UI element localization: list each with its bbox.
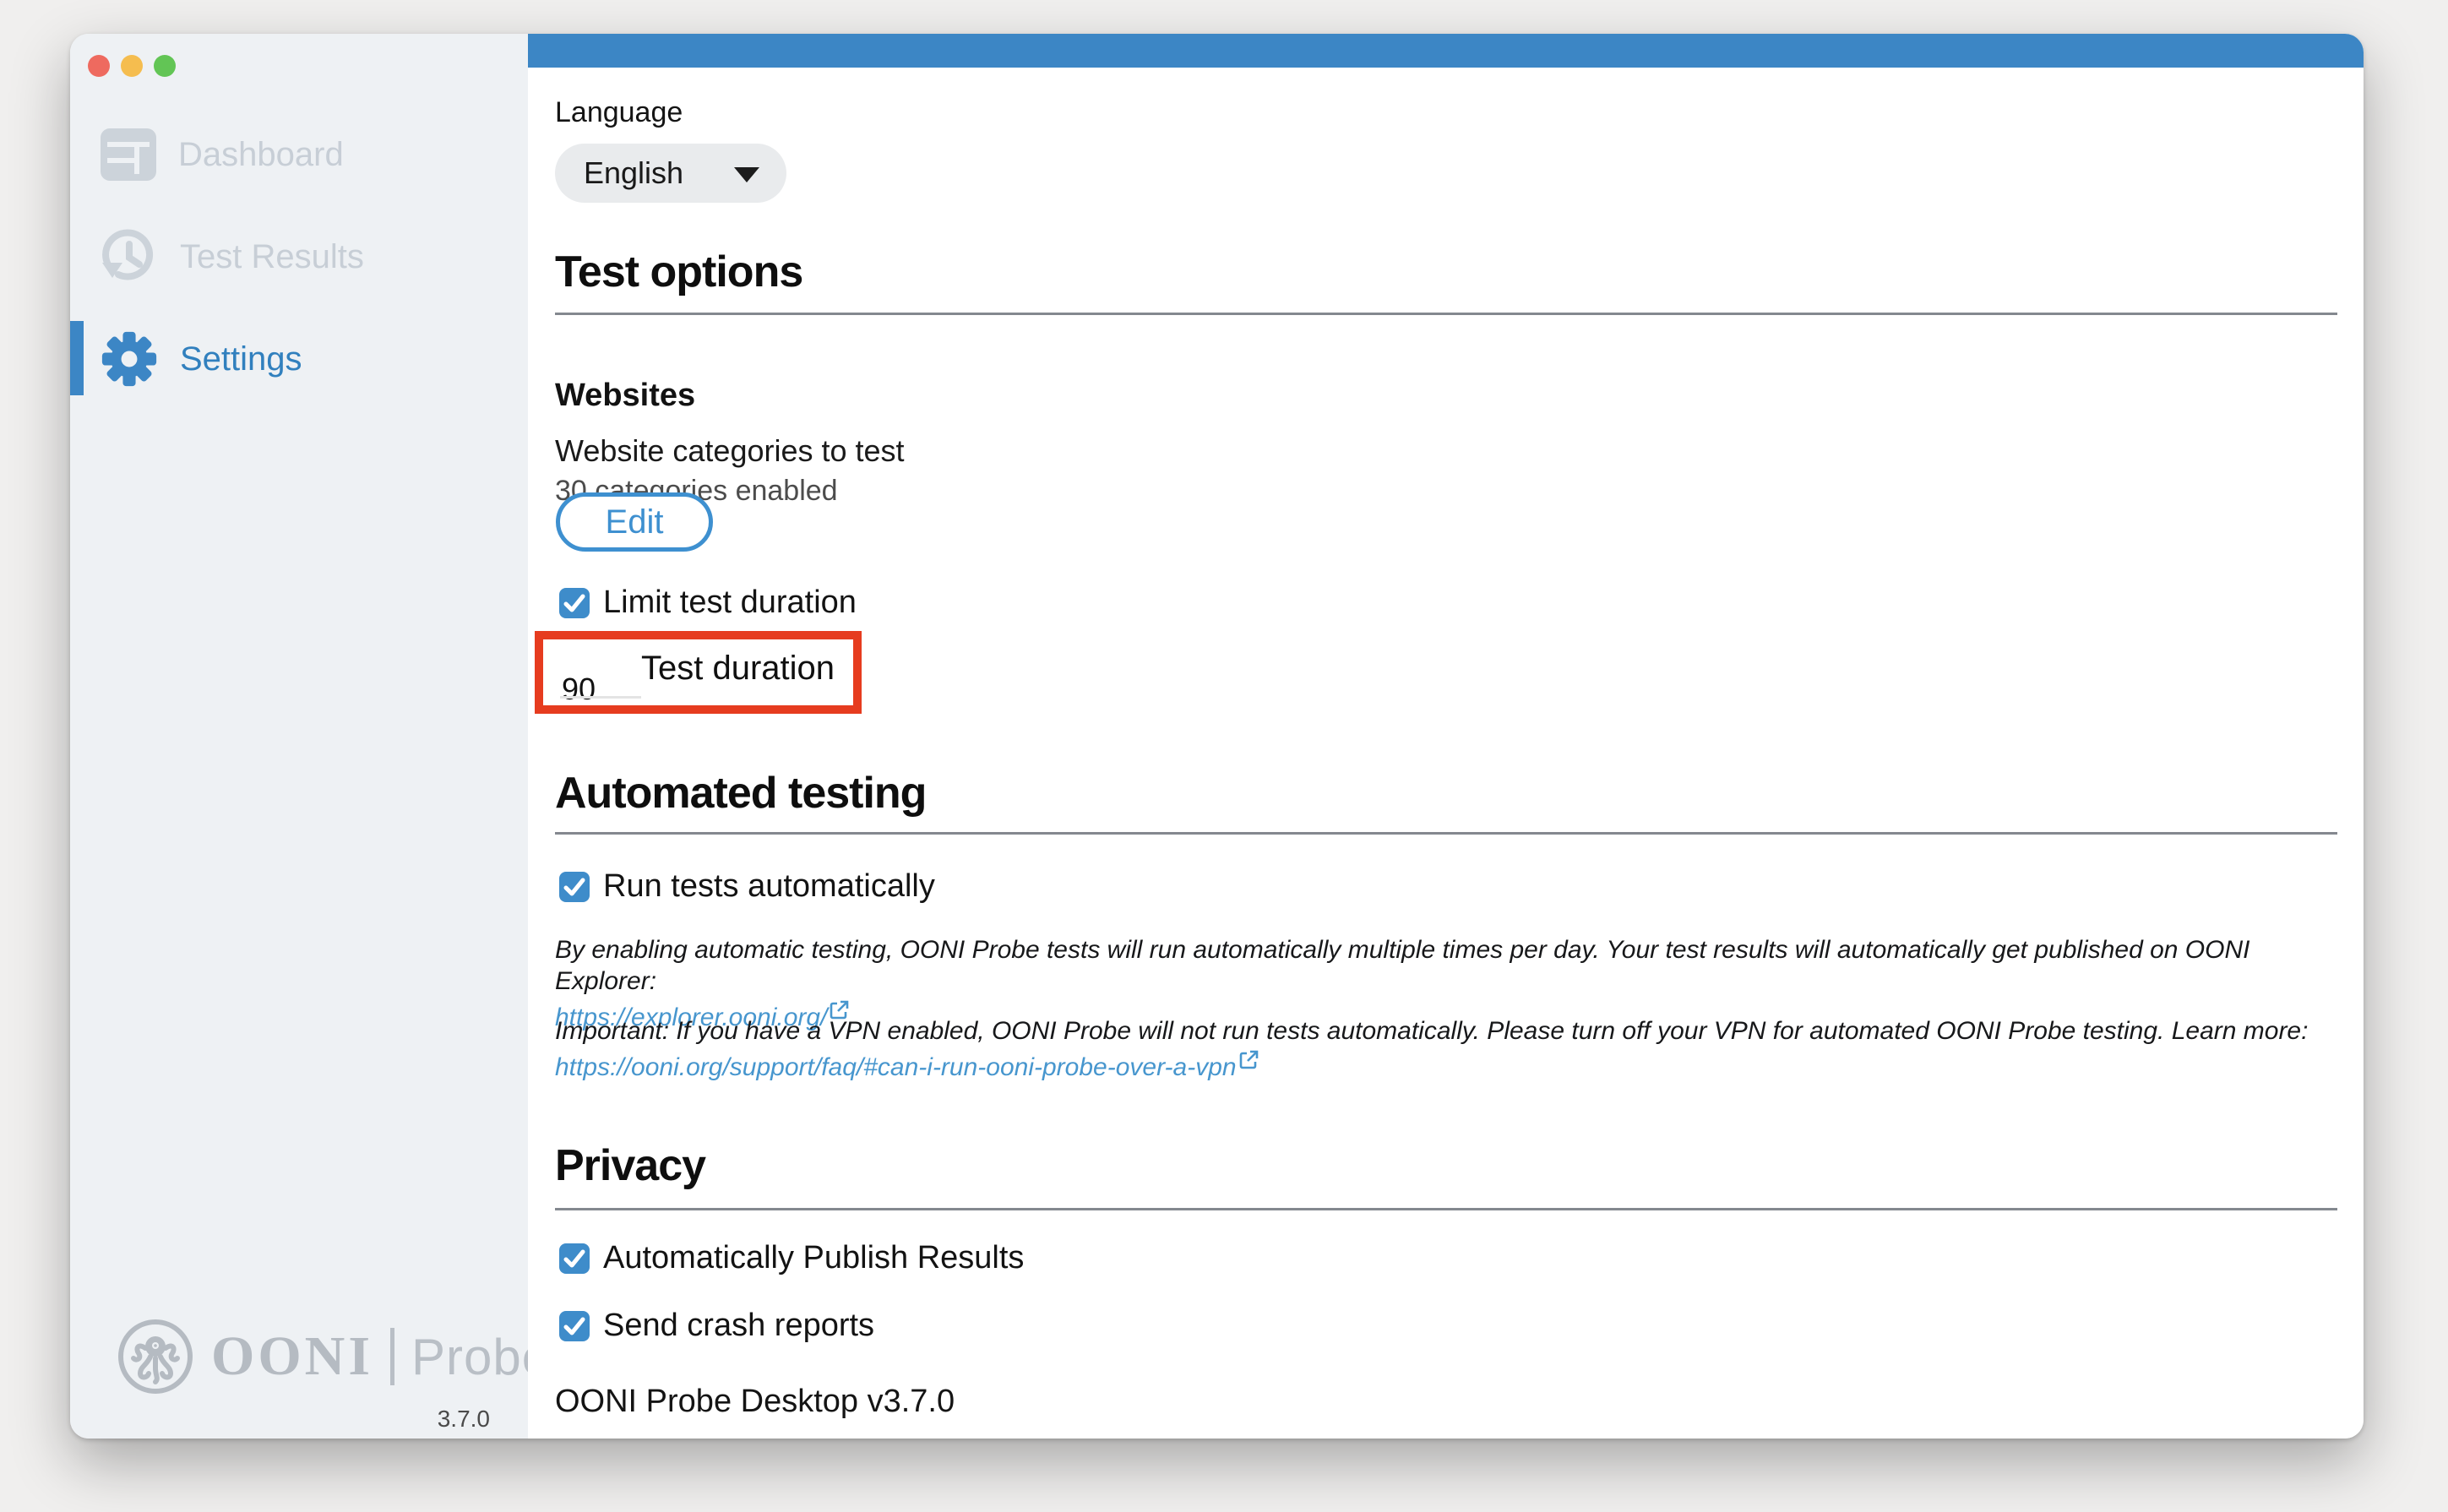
crash-reports-label: Send crash reports: [603, 1308, 875, 1343]
section-divider: [555, 313, 2337, 315]
external-link-icon: [1238, 1047, 1259, 1078]
vpn-warning-text: Important: If you have a VPN enabled, OO…: [555, 1017, 2309, 1045]
privacy-heading: Privacy: [555, 1141, 706, 1190]
run-tests-checkbox[interactable]: [559, 871, 590, 902]
edit-categories-button[interactable]: Edit: [556, 492, 713, 552]
website-categories-label: Website categories to test: [555, 433, 905, 468]
gear-icon: [101, 330, 158, 388]
limit-test-duration-label: Limit test duration: [603, 585, 857, 620]
sidebar-item-label: Dashboard: [178, 135, 344, 173]
sidebar-item-label: Settings: [180, 340, 302, 378]
publish-results-row: Automatically Publish Results: [559, 1240, 1024, 1276]
sidebar-version: 3.7.0: [437, 1406, 490, 1432]
app-window: Dashboard Test Results Settings OONI Pro…: [70, 34, 2364, 1439]
publish-results-checkbox[interactable]: [559, 1243, 590, 1274]
language-selected-value: English: [584, 155, 684, 190]
active-indicator: [70, 321, 84, 395]
top-accent-bar: [528, 34, 2364, 68]
websites-subheading: Websites: [555, 378, 696, 413]
test-duration-input[interactable]: 90: [562, 672, 596, 707]
ooni-octopus-icon: [117, 1318, 194, 1395]
test-duration-highlight-box: 90 Test duration: [535, 631, 862, 714]
checkmark-icon: [563, 1249, 585, 1267]
vpn-warning: Important: If you have a VPN enabled, OO…: [555, 1015, 2337, 1083]
checkmark-icon: [563, 594, 585, 612]
limit-test-duration-checkbox[interactable]: [559, 587, 590, 618]
crash-reports-row: Send crash reports: [559, 1308, 874, 1344]
traffic-light-zoom-button[interactable]: [154, 55, 176, 77]
limit-test-duration-row: Limit test duration: [559, 585, 857, 621]
history-icon: [101, 229, 158, 285]
input-underline: [560, 696, 641, 699]
ooni-probe-logo: OONI Probe: [117, 1318, 551, 1395]
crash-reports-checkbox[interactable]: [559, 1310, 590, 1341]
sidebar-item-label: Test Results: [180, 237, 364, 275]
test-options-heading: Test options: [555, 247, 803, 296]
publish-results-label: Automatically Publish Results: [603, 1240, 1025, 1275]
sidebar-item-test-results[interactable]: Test Results: [70, 210, 528, 303]
traffic-light-minimize-button[interactable]: [121, 55, 143, 77]
app-version-text: OONI Probe Desktop v3.7.0: [555, 1384, 955, 1419]
run-tests-label: Run tests automatically: [603, 868, 935, 904]
caret-down-icon: [734, 167, 759, 182]
traffic-light-close-button[interactable]: [88, 55, 110, 77]
sidebar: Dashboard Test Results Settings OONI Pro…: [70, 34, 550, 1439]
section-divider: [555, 832, 2337, 835]
run-tests-row: Run tests automatically: [559, 868, 935, 905]
language-label: Language: [555, 96, 683, 128]
dashboard-icon: [101, 128, 156, 181]
settings-panel: Language English Test options Websites W…: [528, 34, 2364, 1439]
brand-divider: [390, 1328, 395, 1385]
section-divider: [555, 1208, 2337, 1210]
vpn-faq-link[interactable]: https://ooni.org/support/faq/#can-i-run-…: [555, 1053, 1237, 1081]
language-select[interactable]: English: [555, 144, 786, 203]
automated-testing-info-text: By enabling automatic testing, OONI Prob…: [555, 936, 2250, 995]
automated-testing-heading: Automated testing: [555, 769, 927, 818]
test-duration-label: Test duration: [640, 650, 835, 687]
checkmark-icon: [563, 1317, 585, 1335]
sidebar-item-settings[interactable]: Settings: [70, 313, 528, 405]
sidebar-item-dashboard[interactable]: Dashboard: [70, 108, 528, 201]
checkmark-icon: [563, 878, 585, 895]
brand-ooni: OONI: [211, 1325, 374, 1387]
